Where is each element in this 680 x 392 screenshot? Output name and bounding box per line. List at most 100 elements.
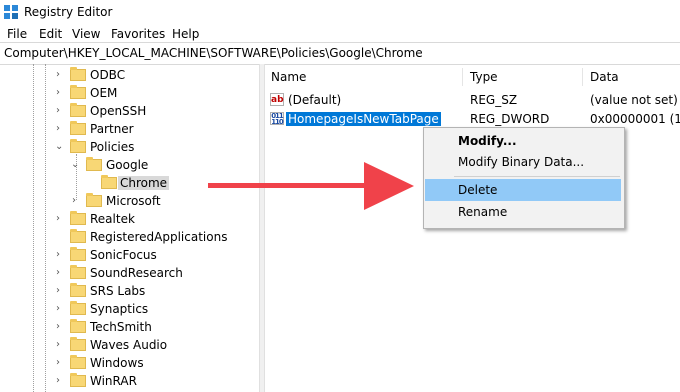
key-tree[interactable]: › ODBC › OEM › OpenSSH › Partner ⌄ Polic… xyxy=(0,64,259,392)
tree-item-registeredapplications[interactable]: RegisteredApplications xyxy=(0,228,259,246)
tree-item-srs-labs[interactable]: › SRS Labs xyxy=(0,282,259,300)
value-data: (value not set) xyxy=(590,93,678,107)
folder-open-icon xyxy=(86,157,102,171)
menu-item-rename[interactable]: Rename xyxy=(425,201,621,223)
folder-icon xyxy=(70,319,86,333)
folder-icon xyxy=(70,229,86,243)
chevron-right-icon[interactable]: › xyxy=(56,375,65,387)
tree-item-label: SonicFocus xyxy=(90,248,157,262)
tree-item-label: Google xyxy=(106,158,149,172)
tree-item-label: Policies xyxy=(90,140,135,154)
chevron-right-icon[interactable]: › xyxy=(56,105,65,117)
chevron-right-icon[interactable]: › xyxy=(56,213,65,225)
value-type: REG_DWORD xyxy=(470,112,550,126)
menu-item-label: Rename xyxy=(458,205,508,219)
tree-item-label: TechSmith xyxy=(90,320,152,334)
chevron-right-icon[interactable]: › xyxy=(72,195,81,207)
chevron-right-icon[interactable]: › xyxy=(56,69,65,81)
tree-item-openssh[interactable]: › OpenSSH xyxy=(0,102,259,120)
value-data: 0x00000001 (1) xyxy=(590,112,680,126)
tree-item-odbc[interactable]: › ODBC xyxy=(0,66,259,84)
tree-item-techsmith[interactable]: › TechSmith xyxy=(0,318,259,336)
tree-item-synaptics[interactable]: › Synaptics xyxy=(0,300,259,318)
tree-item-winrar[interactable]: › WinRAR xyxy=(0,372,259,390)
chevron-right-icon[interactable]: › xyxy=(56,285,65,297)
title-bar: Registry Editor xyxy=(0,0,680,23)
chevron-right-icon[interactable]: › xyxy=(56,249,65,261)
tree-item-label: Partner xyxy=(90,122,134,136)
tree-item-label: Synaptics xyxy=(90,302,149,316)
tree-item-label: OEM xyxy=(90,86,118,100)
tree-item-oem[interactable]: › OEM xyxy=(0,84,259,102)
tree-item-label: ODBC xyxy=(90,68,126,82)
menu-item-label: Modify... xyxy=(458,134,517,148)
column-header-type[interactable]: Type xyxy=(470,70,498,84)
folder-open-icon xyxy=(70,139,86,153)
menu-separator xyxy=(454,176,620,177)
folder-icon xyxy=(70,247,86,261)
folder-icon xyxy=(70,211,86,225)
value-name: (Default) xyxy=(288,93,342,107)
folder-icon xyxy=(70,301,86,315)
menu-file[interactable]: File xyxy=(7,27,27,41)
chevron-right-icon[interactable]: › xyxy=(56,303,65,315)
tree-item-label: Waves Audio xyxy=(90,338,168,352)
column-header-name[interactable]: Name xyxy=(271,70,306,84)
tree-item-label: Windows xyxy=(90,356,144,370)
address-bar[interactable]: Computer\HKEY_LOCAL_MACHINE\SOFTWARE\Pol… xyxy=(0,42,680,65)
folder-icon xyxy=(70,337,86,351)
menu-item-label: Modify Binary Data... xyxy=(458,155,585,169)
chevron-down-icon[interactable]: ⌄ xyxy=(55,141,64,153)
chevron-down-icon[interactable]: ⌄ xyxy=(71,159,80,171)
folder-icon xyxy=(86,193,102,207)
tree-item-label: Chrome xyxy=(118,176,170,190)
address-path[interactable]: Computer\HKEY_LOCAL_MACHINE\SOFTWARE\Pol… xyxy=(4,46,423,60)
value-row-homepageisnewtabpage[interactable]: 011 110 HomepageIsNewTabPage REG_DWORD 0x… xyxy=(264,110,680,128)
tree-item-partner[interactable]: › Partner xyxy=(0,120,259,138)
column-header-data[interactable]: Data xyxy=(590,70,619,84)
tree-item-label: Microsoft xyxy=(106,194,161,208)
chevron-right-icon[interactable]: › xyxy=(56,321,65,333)
tree-item-waves-audio[interactable]: › Waves Audio xyxy=(0,336,259,354)
tree-item-label: OpenSSH xyxy=(90,104,147,118)
folder-icon xyxy=(70,67,86,81)
menu-favorites[interactable]: Favorites xyxy=(111,27,165,41)
registry-app-icon xyxy=(4,5,18,19)
menu-bar: File Edit View Favorites Help xyxy=(0,24,680,44)
folder-icon xyxy=(70,121,86,135)
folder-icon xyxy=(70,85,86,99)
menu-item-label: Delete xyxy=(458,183,498,197)
menu-item-modify[interactable]: Modify... xyxy=(425,130,621,152)
menu-help[interactable]: Help xyxy=(172,27,199,41)
folder-icon xyxy=(70,103,86,117)
tree-item-label: SoundResearch xyxy=(90,266,183,280)
menu-item-delete[interactable]: Delete xyxy=(425,179,621,201)
tree-item-windows[interactable]: › Windows xyxy=(0,354,259,372)
chevron-right-icon[interactable]: › xyxy=(56,339,65,351)
tree-item-policies[interactable]: ⌄ Policies xyxy=(0,138,259,156)
binary-value-icon: 011 110 xyxy=(270,112,284,126)
annotation-arrow-icon xyxy=(208,162,414,210)
column-divider[interactable] xyxy=(462,68,463,86)
tree-item-sonicfocus[interactable]: › SonicFocus xyxy=(0,246,259,264)
context-menu: Modify... Modify Binary Data... Delete R… xyxy=(423,127,625,229)
chevron-right-icon[interactable]: › xyxy=(56,123,65,135)
value-row-default[interactable]: ab (Default) REG_SZ (value not set) xyxy=(264,91,680,109)
chevron-right-icon[interactable]: › xyxy=(56,87,65,99)
folder-icon xyxy=(70,283,86,297)
folder-icon xyxy=(101,175,117,189)
menu-item-modify-binary-data[interactable]: Modify Binary Data... xyxy=(425,151,621,173)
column-divider[interactable] xyxy=(582,68,583,86)
tree-item-label: SRS Labs xyxy=(90,284,146,298)
tree-item-label: Realtek xyxy=(90,212,135,226)
window-title: Registry Editor xyxy=(24,5,113,19)
menu-edit[interactable]: Edit xyxy=(39,27,62,41)
menu-view[interactable]: View xyxy=(72,27,100,41)
tree-item-label: RegisteredApplications xyxy=(90,230,228,244)
folder-icon xyxy=(70,373,86,387)
string-value-icon: ab xyxy=(270,93,284,106)
folder-icon xyxy=(70,265,86,279)
chevron-right-icon[interactable]: › xyxy=(56,267,65,279)
tree-item-soundresearch[interactable]: › SoundResearch xyxy=(0,264,259,282)
chevron-right-icon[interactable]: › xyxy=(56,357,65,369)
